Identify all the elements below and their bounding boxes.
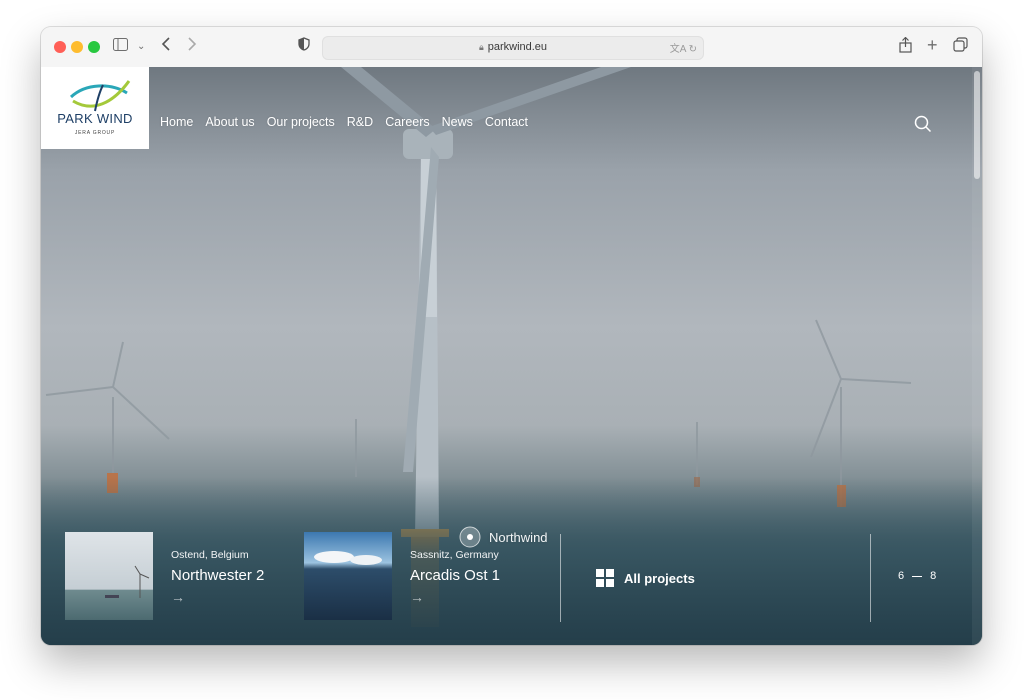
nav-our-projects[interactable]: Our projects — [267, 115, 335, 129]
nav-home[interactable]: Home — [160, 115, 193, 129]
forward-icon[interactable] — [187, 37, 197, 57]
scrollbar-thumb[interactable] — [974, 71, 980, 179]
project-title: Northwester 2 — [171, 567, 265, 584]
grid-icon — [596, 569, 614, 587]
new-tab-icon[interactable]: + — [927, 35, 938, 55]
translate-icon[interactable]: 文A — [670, 44, 686, 55]
project-thumbnail — [304, 532, 392, 620]
search-icon[interactable] — [914, 115, 932, 138]
project-location: Ostend, Belgium — [171, 549, 249, 561]
pager-separator — [912, 575, 923, 577]
map-pin-icon — [459, 526, 481, 548]
all-projects-label: All projects — [624, 570, 695, 586]
share-icon[interactable] — [899, 36, 912, 59]
divider — [560, 534, 561, 622]
slide-pager: 68 — [898, 570, 936, 582]
browser-toolbar: ⌄ 🔒︎ parkwind.eu 文A ↻ + — [41, 27, 982, 68]
minimize-window-button[interactable] — [71, 41, 83, 53]
lock-icon: 🔒︎ — [478, 42, 484, 52]
sidebar-icon[interactable] — [113, 37, 128, 57]
nav-careers[interactable]: Careers — [385, 115, 429, 129]
nav-rd[interactable]: R&D — [347, 115, 373, 129]
back-icon[interactable] — [161, 37, 171, 57]
close-window-button[interactable] — [54, 41, 66, 53]
chevron-down-icon[interactable]: ⌄ — [137, 37, 145, 57]
browser-window: ⌄ 🔒︎ parkwind.eu 文A ↻ + PARK WIND JERA G… — [41, 27, 982, 645]
project-marker[interactable]: Northwind — [459, 526, 548, 548]
zoom-window-button[interactable] — [88, 41, 100, 53]
nav-news[interactable]: News — [442, 115, 473, 129]
address-bar[interactable]: 🔒︎ parkwind.eu 文A ↻ — [322, 36, 704, 60]
address-text: parkwind.eu — [487, 41, 548, 53]
nav-about-us[interactable]: About us — [205, 115, 254, 129]
nav-contact[interactable]: Contact — [485, 115, 528, 129]
all-projects-button[interactable]: All projects — [596, 569, 695, 587]
site-logo[interactable]: PARK WIND JERA GROUP — [41, 67, 149, 149]
pager-current: 6 — [898, 570, 905, 582]
project-title: Arcadis Ost 1 — [410, 567, 501, 584]
logo-subtitle: JERA GROUP — [74, 130, 116, 136]
arrow-right-icon[interactable]: → — [171, 589, 185, 605]
page-scrollbar[interactable] — [972, 67, 982, 645]
main-navigation: Home About us Our projects R&D Careers N… — [160, 115, 540, 129]
project-thumbnail — [65, 532, 153, 620]
arrow-right-icon[interactable]: → — [410, 589, 424, 605]
project-location: Sassnitz, Germany — [410, 549, 499, 561]
sea-area — [41, 477, 982, 645]
divider — [870, 534, 871, 622]
logo-wordmark: PARK WIND — [57, 111, 133, 126]
project-marker-label: Northwind — [489, 529, 548, 545]
pager-total: 8 — [930, 570, 937, 582]
reload-icon[interactable]: ↻ — [689, 44, 697, 55]
web-page: PARK WIND JERA GROUP Home About us Our p… — [41, 67, 982, 645]
tabs-overview-icon[interactable] — [953, 37, 968, 58]
shield-icon[interactable] — [298, 37, 310, 57]
